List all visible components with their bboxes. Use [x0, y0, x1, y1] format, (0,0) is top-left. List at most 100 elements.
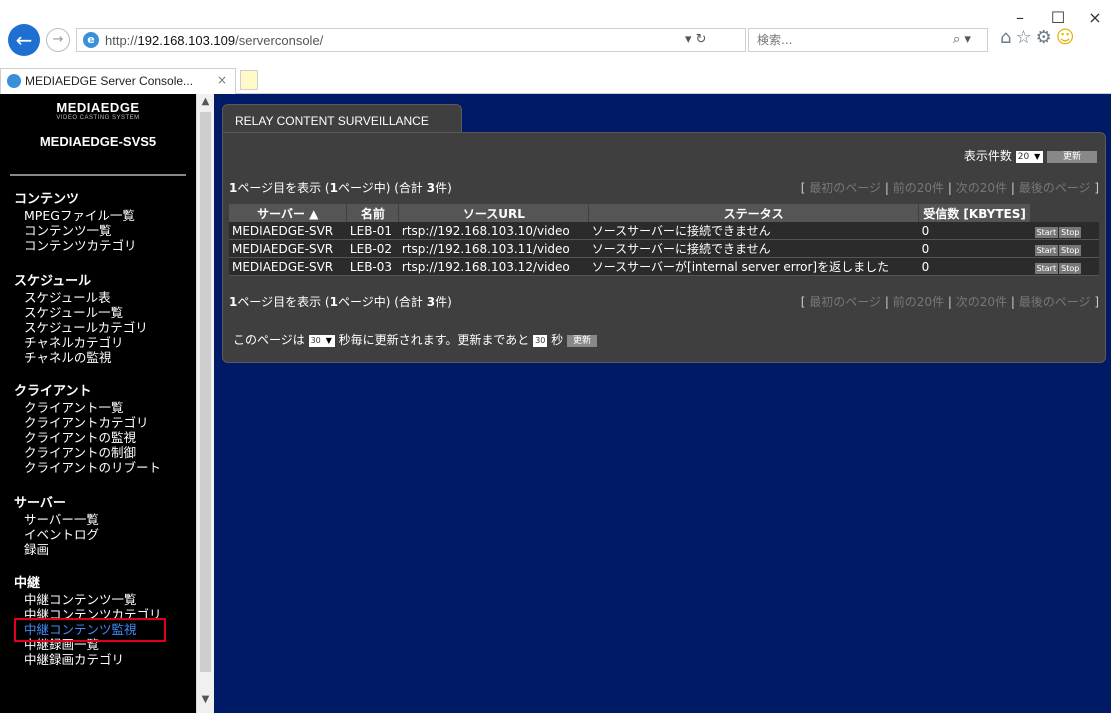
sidebar-scrollbar[interactable]: ▲ ▼ — [196, 94, 214, 713]
toolbar-icons: ⌂☆⚙☺ — [1000, 27, 1078, 48]
page-info-bottom: 1ページ目を表示 (1ページ中) (合計 3件) — [229, 293, 452, 310]
refresh-button[interactable]: 更新 — [566, 334, 597, 347]
scroll-up-icon[interactable]: ▲ — [197, 96, 214, 107]
sidebar-item-schedule-category[interactable]: スケジュールカテゴリ — [14, 320, 148, 335]
sidebar-item-recording[interactable]: 録画 — [14, 542, 99, 557]
cell-source-url: rtsp://192.168.103.12/video — [398, 257, 589, 276]
stop-button[interactable]: Stop — [1059, 262, 1082, 274]
nav-group-schedule: スケジュール スケジュール表 スケジュール一覧 スケジュールカテゴリ チャネルカ… — [14, 274, 148, 365]
search-tools: ⌕ ▾ — [953, 32, 971, 47]
sidebar-item-client-list[interactable]: クライアント一覧 — [14, 400, 161, 415]
gear-icon[interactable]: ⚙ — [1036, 27, 1056, 48]
first-page-link[interactable]: 最初のページ — [809, 181, 881, 195]
address-bar[interactable]: e http://192.168.103.109/serverconsole/ … — [76, 28, 746, 52]
sidebar-item-contents-category[interactable]: コンテンツカテゴリ — [14, 238, 137, 253]
sidebar-item-server-list[interactable]: サーバー一覧 — [14, 512, 99, 527]
cell-name: LEB-02 — [346, 239, 399, 258]
column-header-name[interactable]: 名前 — [346, 204, 400, 222]
sidebar-item-schedule-table[interactable]: スケジュール表 — [14, 290, 148, 305]
next-page-link[interactable]: 次の20件 — [956, 295, 1007, 309]
close-tab-icon[interactable]: × — [217, 73, 227, 87]
maximize-button[interactable]: ☐ — [1043, 8, 1073, 27]
cell-actions: Start Stop — [1030, 239, 1099, 258]
display-count-select[interactable]: 20 — [1015, 150, 1032, 163]
search-box[interactable]: ⌕ ▾ — [748, 28, 988, 52]
sidebar-item-contents-list[interactable]: コンテンツ一覧 — [14, 223, 137, 238]
cell-received: 0 — [918, 239, 1031, 258]
sidebar-item-relay-recording-category[interactable]: 中継録画カテゴリ — [14, 652, 162, 667]
table-row[interactable]: MEDIAEDGE-SVR LEB-02 rtsp://192.168.103.… — [229, 239, 1099, 258]
table-row[interactable]: MEDIAEDGE-SVR LEB-03 rtsp://192.168.103.… — [229, 257, 1099, 276]
refresh-icon[interactable]: ↻ — [696, 32, 707, 47]
first-page-link[interactable]: 最初のページ — [809, 295, 881, 309]
search-icon[interactable]: ⌕ — [953, 32, 960, 47]
minimize-button[interactable]: – — [1005, 8, 1035, 27]
sidebar-item-client-category[interactable]: クライアントカテゴリ — [14, 415, 161, 430]
url-text[interactable]: http://192.168.103.109/serverconsole/ — [105, 33, 323, 48]
cell-received: 0 — [918, 257, 1031, 276]
sidebar-item-channel-monitor[interactable]: チャネルの監視 — [14, 350, 148, 365]
new-tab-icon[interactable] — [240, 70, 258, 90]
start-button[interactable]: Start — [1034, 244, 1059, 256]
column-header-server[interactable]: サーバー ▲ — [229, 204, 348, 222]
cell-source-url: rtsp://192.168.103.10/video — [398, 222, 589, 240]
cell-server: MEDIAEDGE-SVR — [229, 239, 347, 258]
pager-bottom: [ 最初のページ | 前の20件 | 次の20件 | 最後のページ ] — [800, 295, 1099, 309]
browser-chrome: – ☐ × ← → e http://192.168.103.109/serve… — [0, 0, 1111, 94]
sidebar-item-mpeg-files[interactable]: MPEGファイル一覧 — [14, 208, 137, 223]
sidebar-item-schedule-list[interactable]: スケジュール一覧 — [14, 305, 148, 320]
forward-arrow-icon[interactable]: → — [46, 28, 70, 52]
cell-status: ソースサーバーに接続できません — [588, 222, 919, 240]
start-button[interactable]: Start — [1034, 226, 1059, 238]
total-count: 3 — [426, 181, 436, 195]
sidebar-item-event-log[interactable]: イベントログ — [14, 527, 99, 542]
sidebar-item-client-monitor[interactable]: クライアントの監視 — [14, 430, 161, 445]
start-button[interactable]: Start — [1034, 262, 1059, 274]
page-info-text: ページ中) (合計 — [337, 181, 423, 195]
sidebar-item-client-reboot[interactable]: クライアントのリブート — [14, 460, 161, 475]
address-tools: ▾ ↻ — [685, 32, 707, 47]
smiley-icon[interactable]: ☺ — [1056, 27, 1079, 48]
logo-subtitle: VIDEO CASTING SYSTEM — [56, 115, 140, 121]
close-window-button[interactable]: × — [1080, 8, 1110, 27]
search-dropdown-icon[interactable]: ▾ — [964, 32, 971, 47]
favorites-star-icon[interactable]: ☆ — [1015, 27, 1035, 48]
surveillance-panel: 表示件数 20 ▼ 更新 1ページ目を表示 (1ページ中) (合計 3件) [ 最… — [222, 132, 1106, 363]
browser-tab[interactable]: MEDIAEDGE Server Console... × — [0, 68, 236, 94]
prev-page-link[interactable]: 前の20件 — [893, 295, 944, 309]
column-header-received[interactable]: 受信数 [KBYTES] — [918, 204, 1032, 222]
column-header-source-url[interactable]: ソースURL — [398, 204, 590, 222]
cell-name: LEB-03 — [346, 257, 399, 276]
update-button[interactable]: 更新 — [1047, 150, 1097, 163]
prev-page-link[interactable]: 前の20件 — [893, 181, 944, 195]
sidebar-item-channel-category[interactable]: チャネルカテゴリ — [14, 335, 148, 350]
tab-strip: MEDIAEDGE Server Console... × — [0, 64, 1111, 94]
column-header-status[interactable]: ステータス — [588, 204, 920, 222]
stop-button[interactable]: Stop — [1059, 226, 1082, 238]
chevron-down-icon[interactable]: ▼ — [322, 334, 335, 347]
nav-group-contents: コンテンツ MPEGファイル一覧 コンテンツ一覧 コンテンツカテゴリ — [14, 192, 137, 253]
cell-name: LEB-01 — [346, 222, 399, 240]
scrollbar-thumb[interactable] — [200, 112, 211, 672]
dropdown-icon[interactable]: ▾ — [685, 32, 692, 47]
table-row[interactable]: MEDIAEDGE-SVR LEB-01 rtsp://192.168.103.… — [229, 222, 1099, 240]
sidebar-item-client-control[interactable]: クライアントの制御 — [14, 445, 161, 460]
page-info-top: 1ページ目を表示 (1ページ中) (合計 3件) — [229, 179, 452, 196]
search-input[interactable] — [757, 33, 907, 47]
refresh-interval-select[interactable]: 30 — [308, 334, 323, 347]
display-count-row: 表示件数 20 ▼ 更新 — [964, 147, 1097, 164]
chevron-down-icon[interactable]: ▼ — [1031, 150, 1044, 163]
scroll-down-icon[interactable]: ▼ — [197, 694, 214, 705]
back-arrow-icon[interactable]: ← — [8, 24, 40, 56]
refresh-remaining-field[interactable]: 30 — [533, 334, 548, 347]
last-page-link[interactable]: 最後のページ — [1019, 295, 1091, 309]
nav-group-client: クライアント クライアント一覧 クライアントカテゴリ クライアントの監視 クライ… — [14, 384, 161, 475]
home-icon[interactable]: ⌂ — [1000, 27, 1015, 48]
next-page-link[interactable]: 次の20件 — [956, 181, 1007, 195]
last-page-link[interactable]: 最後のページ — [1019, 181, 1091, 195]
sidebar-item-relay-contents-list[interactable]: 中継コンテンツ一覧 — [14, 592, 162, 607]
refresh-text: このページは — [233, 333, 305, 347]
url-path: /serverconsole/ — [235, 33, 324, 48]
stop-button[interactable]: Stop — [1059, 244, 1082, 256]
nav-group-title: 中継 — [14, 576, 41, 591]
